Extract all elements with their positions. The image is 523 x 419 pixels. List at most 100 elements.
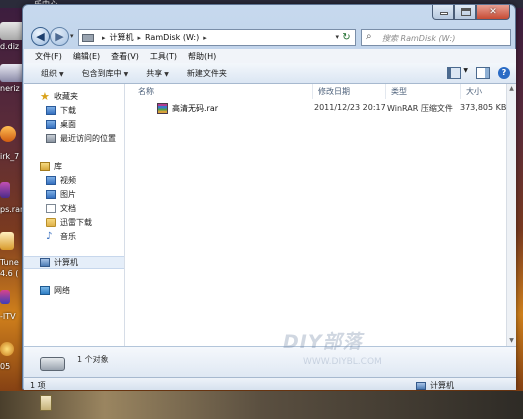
share-button[interactable]: 共享 ▼ [146,68,169,79]
chevron-down-icon: ▼ [123,70,129,78]
desktop-icon-4[interactable] [0,182,10,198]
nav-label: 计算机 [54,258,78,267]
nav-label: 库 [54,162,62,171]
drive-icon [82,33,94,42]
nav-item-downloads[interactable]: 下载 [24,104,124,117]
column-header-name[interactable]: 名称 [133,84,313,99]
nav-label: 迅雷下载 [60,218,92,227]
recent-places-icon [46,134,56,143]
desktop-bottom [0,391,523,419]
desktop-icon-label: d.diz [0,42,20,51]
nav-label: 桌面 [60,120,76,129]
chevron-right-icon[interactable]: ▸ [138,34,142,42]
nav-network[interactable]: 网络 [24,284,124,297]
navigation-pane: ★ 收藏夹 下载 桌面 最近访问的位置 库 视频 图片 文档 迅雷下载 ♪ 音乐… [24,84,125,346]
address-row: ◀ ▶ ▾ ▸ 计算机 ▸ RamDisk (W:) ▸ ▾ ↻ ⌕ 搜索 Ra… [29,26,511,48]
include-in-library-button[interactable]: 包含到库中 ▼ [82,68,129,79]
column-header-type[interactable]: 类型 [386,84,461,99]
watermark-subtext: WWW.DIYBL.COM [303,357,382,367]
refresh-icon[interactable]: ↻ [340,31,353,44]
change-view-icon[interactable] [447,67,462,79]
book-icon[interactable] [40,395,52,411]
desktop-icon-6[interactable] [0,290,10,304]
nav-computer[interactable]: 计算机 [24,256,124,269]
chevron-down-icon[interactable]: ▼ [463,67,468,79]
desktop-icon-label: -ITV [0,312,16,321]
menu-tools[interactable]: 工具(T) [150,51,177,62]
minimize-icon [440,12,448,15]
column-header-modified[interactable]: 修改日期 [313,84,386,99]
nav-item-videos[interactable]: 视频 [24,174,124,187]
table-row[interactable]: 高清无码.rar 2011/12/23 20:17 WinRAR 压缩文件 37… [133,101,507,115]
desktop-icon-label: irk_7 [0,152,20,161]
nav-item-desktop[interactable]: 桌面 [24,118,124,131]
desktop-icon-label: 4.6 ( [0,269,19,278]
organize-label: 组织 [41,68,57,78]
drive-icon [40,357,65,371]
preview-pane-icon[interactable] [476,67,490,79]
nav-label: 收藏夹 [54,92,78,101]
breadcrumb-computer[interactable]: 计算机 [110,32,134,43]
desktop-icon-label: neriz [0,84,20,93]
chevron-right-icon[interactable]: ▸ [102,34,106,42]
folder-icon [46,218,56,227]
object-count: 1 个对象 [77,355,109,364]
nav-item-pictures[interactable]: 图片 [24,188,124,201]
desktop-icon-7[interactable] [0,342,14,356]
column-header-size[interactable]: 大小 [461,84,505,99]
menu-view[interactable]: 查看(V) [111,51,139,62]
address-history-dropdown[interactable]: ▾ [335,33,339,41]
maximize-icon [461,8,471,16]
nav-item-documents[interactable]: 文档 [24,202,124,215]
status-bar: 1 项 计算机 [24,377,516,390]
toolbar-right: ▼ ? [439,67,510,79]
nav-item-recent[interactable]: 最近访问的位置 [24,132,124,145]
chevron-down-icon: ▼ [59,70,64,78]
new-folder-button[interactable]: 新建文件夹 [187,68,227,79]
organize-button[interactable]: 组织 ▼ [41,68,64,79]
watermark-text: DIY部落 [283,331,363,353]
file-size: 373,805 KB [460,103,507,112]
desktop-icon-3[interactable] [0,126,16,142]
computer-icon [40,258,50,267]
desktop-icon [46,120,56,129]
nav-favorites[interactable]: ★ 收藏夹 [24,90,124,103]
search-input[interactable]: ⌕ 搜索 RamDisk (W:) [361,29,511,46]
minimize-button[interactable] [432,5,454,20]
nav-libraries[interactable]: 库 [24,160,124,173]
search-placeholder: 搜索 RamDisk (W:) [382,34,456,43]
download-folder-icon [46,106,56,115]
address-bar[interactable]: ▸ 计算机 ▸ RamDisk (W:) ▸ ▾ ↻ [78,29,356,46]
nav-label: 下载 [60,106,76,115]
share-label: 共享 [146,68,163,78]
recent-pages-dropdown[interactable]: ▾ [70,32,74,40]
chevron-right-icon[interactable]: ▸ [203,34,207,42]
rar-archive-icon [157,102,168,114]
picture-library-icon [46,190,56,199]
search-icon: ⌕ [366,31,372,42]
menu-edit[interactable]: 编辑(E) [73,51,100,62]
scroll-down-icon[interactable]: ▼ [507,336,516,346]
nav-label: 视频 [60,176,76,185]
nav-item-music[interactable]: ♪ 音乐 [24,230,124,243]
help-icon[interactable]: ? [498,67,510,79]
menu-bar: 文件(F) 编辑(E) 查看(V) 工具(T) 帮助(H) [24,49,516,63]
status-location: 计算机 [416,380,454,391]
command-bar: 组织 ▼ 包含到库中 ▼ 共享 ▼ 新建文件夹 ▼ ? [24,63,516,84]
status-location-label: 计算机 [430,381,454,390]
desktop-icon-5[interactable] [0,232,14,250]
vertical-scrollbar[interactable]: ▲ ▼ [506,84,516,346]
menu-help[interactable]: 帮助(H) [188,51,216,62]
menu-file[interactable]: 文件(F) [35,51,62,62]
close-button[interactable]: ✕ [476,5,510,20]
forward-button[interactable]: ▶ [50,27,69,46]
maximize-button[interactable] [454,5,476,20]
breadcrumb-ramdisk[interactable]: RamDisk (W:) [145,33,199,42]
network-icon [40,286,50,295]
library-icon [40,162,50,171]
scroll-up-icon[interactable]: ▲ [507,84,516,94]
close-icon: ✕ [489,7,497,17]
nav-item-xunlei[interactable]: 迅雷下载 [24,216,124,229]
back-button[interactable]: ◀ [31,27,50,46]
video-library-icon [46,176,56,185]
